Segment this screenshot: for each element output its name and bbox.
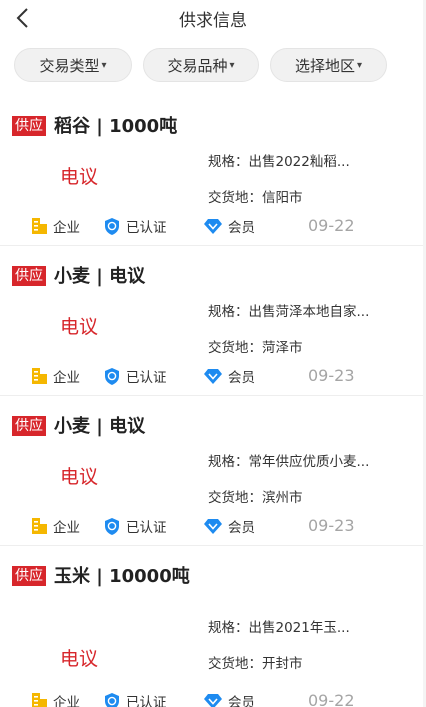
- listing-title-line: 供应 小麦 | 电议: [12, 412, 217, 441]
- enterprise-badge: 企业: [32, 691, 80, 707]
- listing-title: 小麦 | 电议: [54, 266, 146, 287]
- listing-title: 稻谷 | 1000吨: [54, 116, 178, 137]
- certified-label: 已认证: [126, 220, 167, 236]
- filter-label: 交易品种: [167, 56, 228, 75]
- caret-down-icon: ▾: [229, 59, 235, 71]
- member-diamond-icon: [204, 518, 222, 534]
- supply-tag: 供应: [12, 266, 46, 286]
- listing-meta: 企业 已认证 会员 09-22: [32, 216, 422, 238]
- supply-tag: 供应: [12, 116, 46, 136]
- listing-price: 电议: [60, 166, 99, 188]
- member-badge: 会员: [204, 366, 255, 386]
- certified-badge: 已认证: [104, 216, 167, 236]
- enterprise-label: 企业: [53, 695, 80, 707]
- certified-label: 已认证: [126, 520, 167, 536]
- certified-shield-icon: [105, 217, 119, 235]
- listing-title-line: 供应 玉米 | 10000吨: [12, 562, 217, 591]
- enterprise-badge: 企业: [32, 366, 80, 386]
- member-diamond-icon: [204, 368, 222, 384]
- listing-title-line: 供应 小麦 | 电议: [12, 262, 217, 291]
- listing-location: 交货地：开封市: [208, 656, 303, 672]
- enterprise-label: 企业: [53, 520, 80, 536]
- listing-date: 09-22: [308, 216, 355, 235]
- listing-price: 电议: [60, 648, 99, 670]
- certified-badge: 已认证: [104, 366, 167, 386]
- certified-shield-icon: [105, 367, 119, 385]
- listing-spec: 规格：常年供应优质小麦...: [208, 454, 370, 470]
- listing-price: 电议: [60, 466, 99, 488]
- member-diamond-icon: [204, 218, 222, 234]
- member-diamond-icon: [204, 693, 222, 707]
- listing-card[interactable]: 供应 玉米 | 10000吨 规格：出售2021年玉... 电议 交货地：开封市 …: [0, 546, 426, 707]
- filter-label: 选择地区: [294, 56, 355, 75]
- listing-title-line: 供应 稻谷 | 1000吨: [12, 112, 217, 141]
- filter-label: 交易类型: [39, 56, 100, 75]
- listing-meta: 企业 已认证 会员 09-23: [32, 366, 422, 388]
- member-label: 会员: [228, 220, 255, 236]
- filter-trade-variety[interactable]: 交易品种 ▾: [143, 48, 259, 82]
- member-label: 会员: [228, 695, 255, 707]
- certified-badge: 已认证: [104, 691, 167, 707]
- enterprise-badge: 企业: [32, 216, 80, 236]
- listing-date: 09-23: [308, 366, 355, 385]
- caret-down-icon: ▾: [356, 59, 363, 71]
- enterprise-building-icon: [32, 368, 47, 384]
- listing-meta: 企业 已认证 会员 09-23: [32, 516, 422, 538]
- listing-card[interactable]: 供应 稻谷 | 1000吨 电议 规格：出售2022籼稻... 交货地：信阳市 企…: [0, 96, 426, 246]
- listing-card[interactable]: 供应 小麦 | 电议 电议 规格：常年供应优质小麦... 交货地：滨州市 企业 已…: [0, 396, 426, 546]
- enterprise-label: 企业: [53, 220, 80, 236]
- listing-date: 09-23: [308, 516, 355, 535]
- listing-location: 交货地：滨州市: [208, 490, 303, 506]
- member-label: 会员: [228, 370, 255, 386]
- filter-bar: 交易类型 ▾ 交易品种 ▾ 选择地区 ▾: [0, 48, 426, 84]
- enterprise-building-icon: [32, 218, 47, 234]
- supply-tag: 供应: [12, 416, 46, 436]
- listing-location: 交货地：菏泽市: [208, 340, 303, 356]
- member-badge: 会员: [204, 516, 255, 536]
- listing-date: 09-22: [308, 691, 355, 707]
- listing-title: 小麦 | 电议: [54, 416, 146, 437]
- member-badge: 会员: [204, 691, 255, 707]
- filter-region[interactable]: 选择地区 ▾: [270, 48, 387, 82]
- certified-label: 已认证: [126, 370, 167, 386]
- header-bar: 供求信息: [0, 0, 426, 38]
- listing-price: 电议: [60, 316, 99, 338]
- filter-trade-type[interactable]: 交易类型 ▾: [14, 48, 132, 82]
- listing-location: 交货地：信阳市: [208, 190, 303, 206]
- listing-card[interactable]: 供应 小麦 | 电议 电议 规格：出售菏泽本地自家... 交货地：菏泽市 企业 已…: [0, 246, 426, 396]
- enterprise-badge: 企业: [32, 516, 80, 536]
- enterprise-building-icon: [32, 518, 47, 534]
- listing-spec: 规格：出售2021年玉...: [208, 620, 350, 636]
- listing-spec: 规格：出售2022籼稻...: [208, 154, 350, 170]
- supply-tag: 供应: [12, 566, 46, 586]
- member-label: 会员: [228, 520, 255, 536]
- certified-badge: 已认证: [104, 516, 167, 536]
- listing-spec: 规格：出售菏泽本地自家...: [208, 304, 370, 320]
- enterprise-label: 企业: [53, 370, 80, 386]
- listing-title: 玉米 | 10000吨: [54, 566, 190, 587]
- certified-label: 已认证: [126, 695, 167, 707]
- enterprise-building-icon: [32, 693, 47, 707]
- listing-meta: 企业 已认证 会员 09-22: [32, 691, 422, 707]
- page-title: 供求信息: [179, 11, 247, 31]
- certified-shield-icon: [105, 517, 119, 535]
- certified-shield-icon: [105, 692, 119, 707]
- member-badge: 会员: [204, 216, 255, 236]
- caret-down-icon: ▾: [101, 59, 107, 71]
